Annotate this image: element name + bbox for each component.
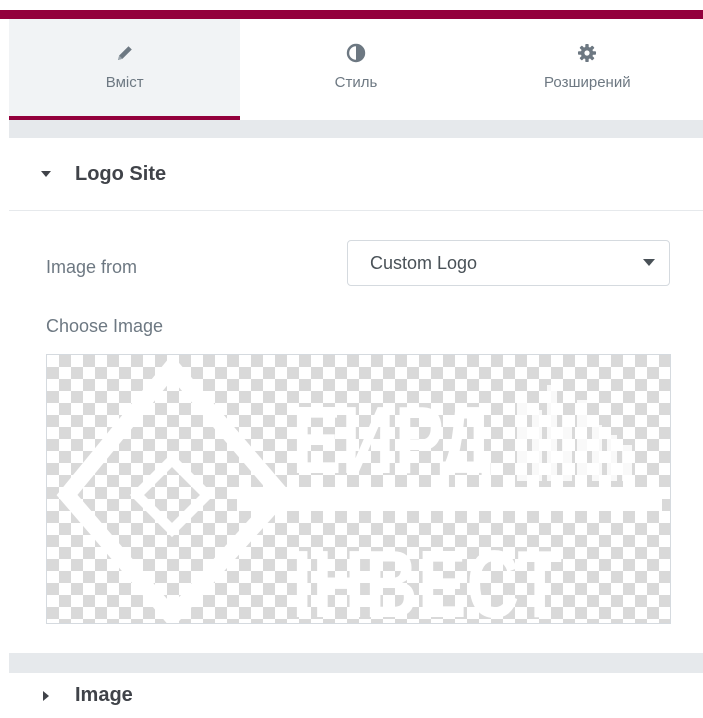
caret-down-icon	[37, 165, 55, 183]
logo-text-line1: ЕИРД	[292, 387, 492, 494]
image-from-select[interactable]: Custom Logo	[347, 240, 670, 286]
tab-label: Стиль	[334, 74, 378, 91]
elementor-panel: Вміст Стиль Розширений Logo Site Image f…	[0, 0, 703, 718]
top-accent-bar	[0, 10, 703, 19]
gear-icon	[576, 42, 598, 64]
tab-label: Вміст	[105, 74, 144, 91]
chevron-down-icon	[643, 259, 655, 266]
section-divider	[9, 653, 703, 673]
caret-right-icon	[37, 687, 55, 705]
tab-content[interactable]: Вміст	[9, 19, 241, 120]
image-from-label: Image from	[46, 257, 138, 277]
panel-tabs: Вміст Стиль Розширений	[9, 19, 703, 120]
section-header-image[interactable]: Image	[9, 673, 703, 718]
logo-preview-image: ЕИРД ІНВЕСТ	[56, 355, 662, 624]
section-divider	[9, 120, 703, 138]
tab-advanced[interactable]: Розширений	[472, 19, 703, 120]
tab-label: Розширений	[544, 74, 631, 91]
choose-image-label: Choose Image	[46, 316, 164, 336]
section-header-logo-site[interactable]: Logo Site	[9, 138, 703, 211]
pencil-icon	[114, 42, 136, 64]
section-title: Logo Site	[75, 162, 167, 185]
image-chooser[interactable]: ЕИРД ІНВЕСТ	[46, 354, 671, 624]
tab-style[interactable]: Стиль	[240, 19, 471, 120]
section-title: Image	[75, 684, 133, 706]
logo-text-line2: ІНВЕСТ	[292, 531, 562, 624]
half-circle-icon	[345, 42, 367, 64]
select-value: Custom Logo	[370, 252, 478, 273]
